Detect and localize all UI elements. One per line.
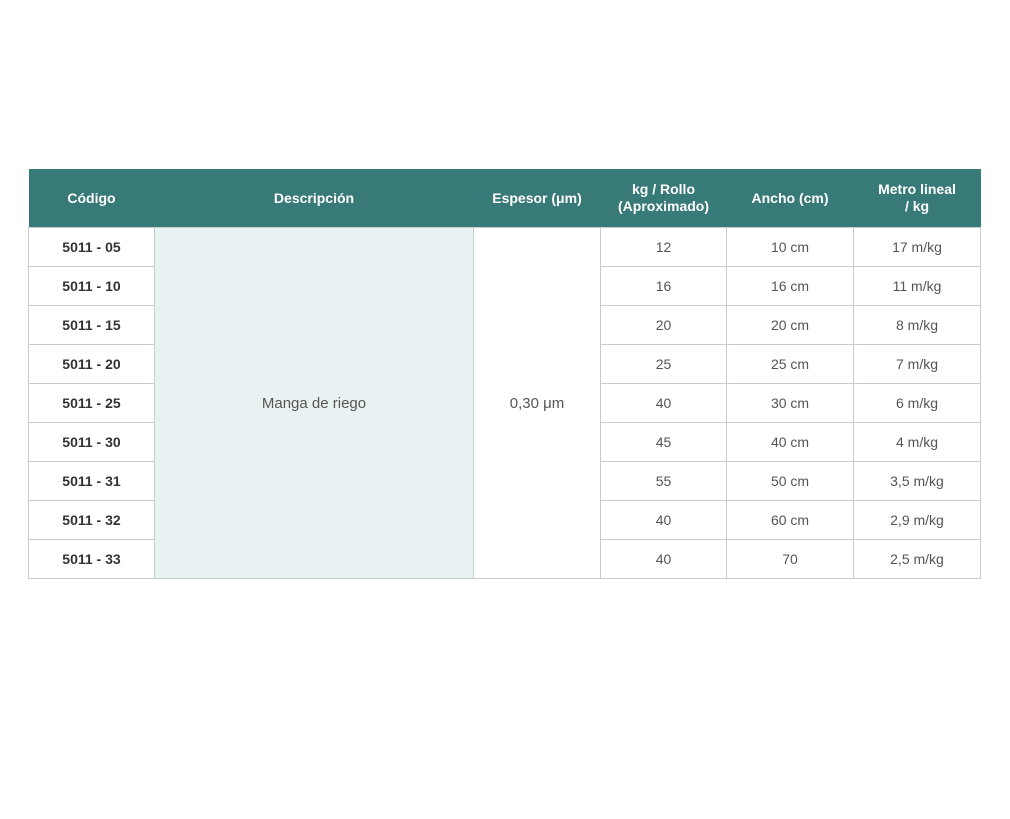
width-cell: 10 cm: [726, 227, 854, 267]
table-body: 5011 - 05 Manga de riego 0,30 μm 12 10 cm 17 …: [28, 227, 981, 579]
meter-per-kg-cell: 11 m/kg: [853, 266, 981, 306]
meter-per-kg-cell: 2,5 m/kg: [853, 539, 981, 579]
header-meter-per-kg: Metro lineal / kg: [853, 169, 981, 228]
kg-roll-cell: 40: [600, 539, 727, 579]
width-cell: 40 cm: [726, 422, 854, 462]
meter-per-kg-cell: 8 m/kg: [853, 305, 981, 345]
width-cell: 60 cm: [726, 500, 854, 540]
description-cell: Manga de riego: [154, 227, 474, 579]
code-cell: 5011 - 15: [28, 305, 155, 345]
table-header: Código Descripción Espesor (μm) kg / Rol…: [28, 169, 981, 228]
kg-roll-cell: 40: [600, 500, 727, 540]
meter-per-kg-cell: 6 m/kg: [853, 383, 981, 423]
header-kg-roll-line1: kg / Rollo: [632, 181, 695, 197]
table-row: 5011 - 05 Manga de riego 0,30 μm 12 10 cm 17 …: [28, 227, 981, 579]
code-cell: 5011 - 25: [28, 383, 155, 423]
width-cell: 16 cm: [726, 266, 854, 306]
code-cell: 5011 - 30: [28, 422, 155, 462]
kg-roll-cell: 20: [600, 305, 727, 345]
kg-roll-cell: 55: [600, 461, 727, 501]
width-cell: 30 cm: [726, 383, 854, 423]
width-cell: 25 cm: [726, 344, 854, 384]
header-thickness: Espesor (μm): [473, 169, 601, 228]
code-cell: 5011 - 32: [28, 500, 155, 540]
kg-roll-cell: 45: [600, 422, 727, 462]
header-kg-roll: kg / Rollo (Aproximado): [600, 169, 727, 228]
kg-roll-cell: 16: [600, 266, 727, 306]
width-cell: 70: [726, 539, 854, 579]
header-description: Descripción: [154, 169, 474, 228]
meter-per-kg-cell: 4 m/kg: [853, 422, 981, 462]
meter-per-kg-cell: 17 m/kg: [853, 227, 981, 267]
code-cell: 5011 - 05: [28, 227, 155, 267]
kg-roll-cell: 40: [600, 383, 727, 423]
code-cell: 5011 - 33: [28, 539, 155, 579]
meter-per-kg-cell: 3,5 m/kg: [853, 461, 981, 501]
header-row: Código Descripción Espesor (μm) kg / Rol…: [28, 169, 981, 228]
kg-roll-cell: 25: [600, 344, 727, 384]
header-width: Ancho (cm): [726, 169, 854, 228]
header-code: Código: [28, 169, 155, 228]
meter-per-kg-cell: 2,9 m/kg: [853, 500, 981, 540]
width-cell: 50 cm: [726, 461, 854, 501]
code-cell: 5011 - 31: [28, 461, 155, 501]
product-spec-table: Código Descripción Espesor (μm) kg / Rol…: [28, 169, 981, 579]
width-cell: 20 cm: [726, 305, 854, 345]
meter-per-kg-cell: 7 m/kg: [853, 344, 981, 384]
header-kg-roll-line2: (Aproximado): [618, 198, 709, 214]
code-cell: 5011 - 20: [28, 344, 155, 384]
code-cell: 5011 - 10: [28, 266, 155, 306]
header-meter-line1: Metro lineal: [878, 181, 956, 197]
header-meter-line2: / kg: [904, 198, 930, 214]
kg-roll-cell: 12: [600, 227, 727, 267]
thickness-cell: 0,30 μm: [473, 227, 601, 579]
